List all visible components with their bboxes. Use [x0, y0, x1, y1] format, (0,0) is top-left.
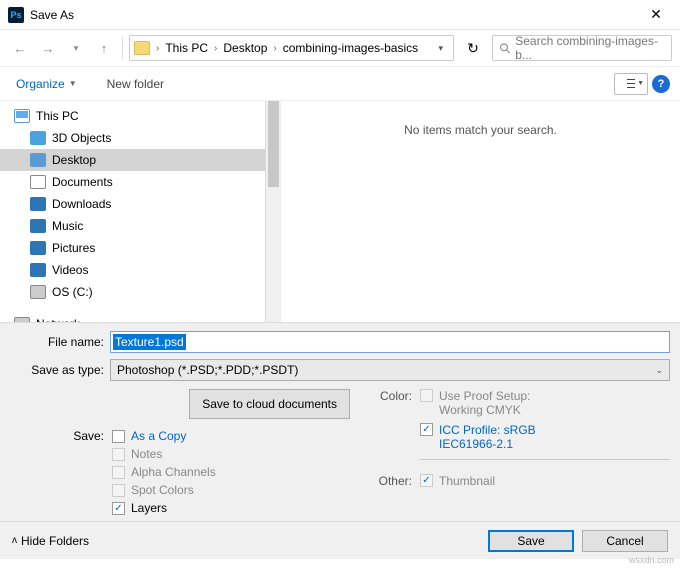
watermark: wsxdn.com	[629, 555, 674, 565]
folder-icon	[30, 197, 46, 211]
view-options-button[interactable]: ▼	[614, 73, 648, 95]
save-options-label: Save:	[10, 429, 112, 515]
tree-item[interactable]: Pictures	[0, 237, 265, 259]
breadcrumb-item[interactable]: Desktop	[219, 41, 271, 55]
checkbox-layers[interactable]: ✓Layers	[112, 501, 216, 515]
type-label: Save as type:	[10, 363, 110, 377]
folder-tree[interactable]: This PC 3D ObjectsDesktopDocumentsDownlo…	[0, 101, 265, 322]
tree-item[interactable]: Music	[0, 215, 265, 237]
refresh-button[interactable]: ↻	[458, 35, 488, 61]
chevron-right-icon[interactable]: ›	[271, 43, 278, 54]
organize-button[interactable]: Organize ▼	[10, 73, 83, 95]
folder-icon	[30, 219, 46, 233]
search-icon	[499, 42, 511, 55]
tree-item[interactable]: Desktop	[0, 149, 265, 171]
tree-scrollbar[interactable]	[265, 101, 281, 322]
app-icon: Ps	[8, 7, 24, 23]
save-as-type-select[interactable]: Photoshop (*.PSD;*.PDD;*.PSDT) ⌄	[110, 359, 670, 381]
cancel-button[interactable]: Cancel	[582, 530, 668, 552]
chevron-down-icon: ▼	[69, 79, 77, 88]
window-title: Save As	[30, 8, 636, 22]
back-button[interactable]: ←	[8, 36, 32, 60]
breadcrumb-bar[interactable]: › This PC › Desktop › combining-images-b…	[129, 35, 454, 61]
checkbox-thumbnail[interactable]: ✓	[420, 474, 433, 487]
help-button[interactable]: ?	[652, 75, 670, 93]
file-listing: No items match your search.	[281, 101, 680, 322]
folder-icon	[134, 41, 150, 55]
save-button[interactable]: Save	[488, 530, 574, 552]
folder-icon	[30, 263, 46, 277]
tree-item[interactable]: Downloads	[0, 193, 265, 215]
breadcrumb-item[interactable]: combining-images-basics	[279, 41, 422, 55]
chevron-down-icon: ⌄	[655, 365, 663, 376]
chevron-right-icon[interactable]: ›	[154, 43, 161, 54]
tree-item[interactable]: OS (C:)	[0, 281, 265, 303]
tree-item[interactable]: Videos	[0, 259, 265, 281]
forward-button[interactable]: →	[36, 36, 60, 60]
chevron-right-icon[interactable]: ›	[212, 43, 219, 54]
breadcrumb-dropdown[interactable]: ▾	[432, 43, 449, 54]
checkbox-spot-colors[interactable]: Spot Colors	[112, 483, 216, 497]
up-button[interactable]: ↑	[92, 36, 116, 60]
color-options-label: Color:	[370, 389, 420, 468]
checkbox-alpha-channels[interactable]: Alpha Channels	[112, 465, 216, 479]
checkbox-icc-profile[interactable]: ✓	[420, 423, 433, 436]
tree-item[interactable]: 3D Objects	[0, 127, 265, 149]
empty-message: No items match your search.	[404, 123, 557, 137]
filename-label: File name:	[10, 335, 110, 349]
tree-item-this-pc[interactable]: This PC	[0, 105, 265, 127]
save-to-cloud-button[interactable]: Save to cloud documents	[189, 389, 350, 419]
search-placeholder: Search combining-images-b...	[515, 34, 665, 62]
folder-icon	[30, 131, 46, 145]
tree-item[interactable]: Documents	[0, 171, 265, 193]
filename-input[interactable]: Texture1.psd	[110, 331, 670, 353]
checkbox-notes[interactable]: Notes	[112, 447, 216, 461]
folder-icon	[30, 153, 46, 167]
checkbox-as-a-copy[interactable]: As a Copy	[112, 429, 216, 443]
network-icon	[14, 317, 30, 322]
breadcrumb-item[interactable]: This PC	[161, 41, 212, 55]
checkbox-proof-setup[interactable]	[420, 389, 433, 402]
search-input[interactable]: Search combining-images-b...	[492, 35, 672, 61]
folder-icon	[30, 241, 46, 255]
folder-icon	[30, 175, 46, 189]
close-button[interactable]: ✕	[636, 1, 676, 29]
folder-icon	[30, 285, 46, 299]
other-options-label: Other:	[370, 474, 420, 488]
tree-item-network[interactable]: Network	[0, 313, 265, 322]
recent-dropdown[interactable]: ▾	[64, 36, 88, 60]
hide-folders-button[interactable]: ʌ Hide Folders	[12, 534, 89, 548]
chevron-up-icon: ʌ	[12, 535, 17, 546]
pc-icon	[14, 109, 30, 123]
new-folder-button[interactable]: New folder	[101, 73, 170, 95]
